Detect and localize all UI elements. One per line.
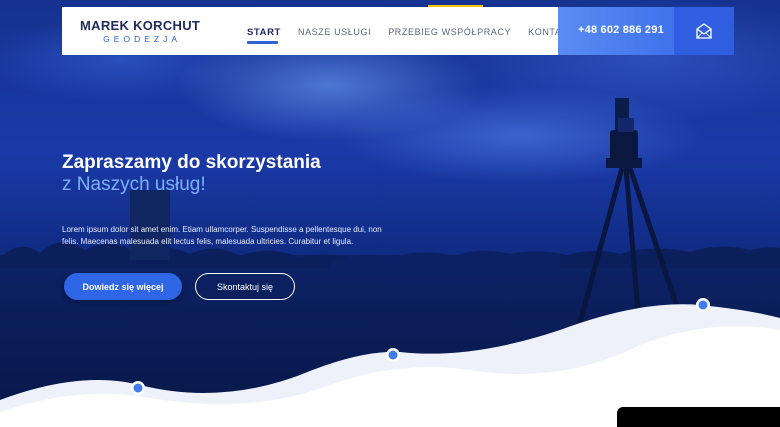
- nav-item-nasze-uslugi[interactable]: NASZE USŁUGI: [298, 27, 371, 38]
- wave-dot: [131, 381, 145, 395]
- main-nav: START NASZE USŁUGI PRZEBIEG WSPÓŁPRACY K…: [247, 27, 591, 44]
- envelope-icon: [696, 23, 712, 39]
- phone-button[interactable]: +48 602 886 291: [558, 7, 674, 55]
- wave-decoration: [0, 298, 780, 427]
- nav-item-start[interactable]: START: [247, 27, 281, 44]
- nav-item-label: PRZEBIEG WSPÓŁPRACY: [388, 27, 512, 37]
- page: MAREK KORCHUT GEODEZJA START NASZE USŁUG…: [0, 0, 780, 427]
- phone-number: +48 602 886 291: [578, 24, 664, 36]
- active-nav-indicator: [247, 41, 278, 44]
- overlay-box: [617, 407, 780, 427]
- contact-button[interactable]: Skontaktuj się: [195, 273, 295, 300]
- wave-dot: [696, 298, 710, 312]
- hero-headline: Zapraszamy do skorzystania: [62, 152, 321, 173]
- logo-subtitle: GEODEZJA: [103, 34, 181, 44]
- header-bar: MAREK KORCHUT GEODEZJA START NASZE USŁUG…: [62, 7, 734, 55]
- mail-button[interactable]: [674, 7, 734, 55]
- logo-name: MAREK KORCHUT: [80, 18, 201, 33]
- hero-subheadline: z Naszych usług!: [62, 174, 206, 195]
- hero-paragraph: Lorem ipsum dolor sit amet enim. Etiam u…: [62, 225, 382, 246]
- logo[interactable]: MAREK KORCHUT GEODEZJA: [80, 19, 200, 45]
- nav-item-label: NASZE USŁUGI: [297, 27, 372, 37]
- nav-item-przebieg-wspolpracy[interactable]: PRZEBIEG WSPÓŁPRACY: [388, 27, 511, 38]
- wave-dot: [386, 348, 400, 362]
- nav-item-label: START: [247, 27, 281, 38]
- learn-more-button[interactable]: Dowiedz się więcej: [64, 273, 182, 300]
